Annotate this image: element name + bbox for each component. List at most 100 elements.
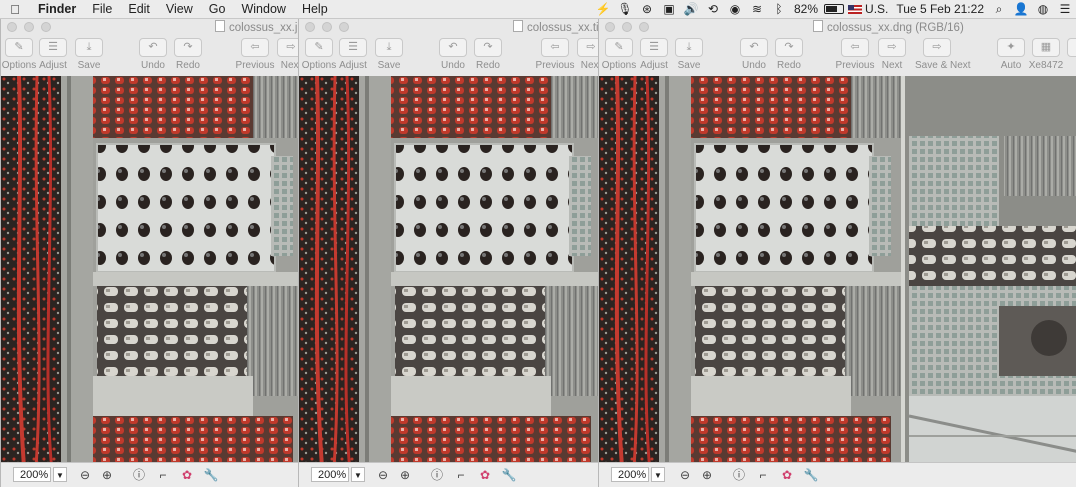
wrench-icon[interactable]: 🔧 (803, 467, 819, 483)
bottom-bar: 200% ▼ ⊖ ⊕ ⓘ ⌐ ✿ 🔧 (599, 462, 1076, 487)
color-wheel-icon[interactable]: ✿ (179, 467, 195, 483)
zoom-field[interactable]: 200% (311, 467, 349, 482)
ar-icon: ◫ (1067, 38, 1076, 57)
clock[interactable]: Tue 5 Feb 21:22 (892, 0, 988, 18)
menu-view[interactable]: View (158, 0, 201, 18)
battery-percent[interactable]: 82% (790, 0, 822, 18)
minimize-button[interactable] (622, 22, 632, 32)
redo-icon: ↷ (775, 38, 803, 57)
info-icon[interactable]: ⓘ (429, 467, 445, 483)
status-area: ⚡ 🎙 ⊛ ▣ 🔊 ⟲ ◉ ≋ ᛒ 82% U.S. Tue 5 Feb 21:… (592, 0, 1076, 18)
spotlight-search-icon[interactable]: ⌕ (988, 0, 1010, 18)
next-button[interactable]: ⇨ Next (569, 38, 598, 71)
arrow-right-icon: ⇨ (277, 38, 298, 57)
save-icon: ⤓ (675, 38, 703, 57)
crop-icon[interactable]: ⌐ (453, 467, 469, 483)
window-title: colossus_xx.tiff (513, 20, 598, 34)
minimize-button[interactable] (322, 22, 332, 32)
image-canvas[interactable] (1, 76, 298, 463)
accessibility-icon[interactable]: ⊛ (636, 0, 658, 18)
options-icon: ✎ (5, 38, 33, 57)
next-button[interactable]: ⇨ Next (870, 38, 914, 71)
colossus-photo (299, 76, 598, 463)
zoom-field[interactable]: 200% (13, 467, 51, 482)
save-button[interactable]: ⤓ Save (67, 38, 111, 71)
window-titlebar[interactable]: colossus_xx.jpg (1, 18, 298, 36)
zoom-dropdown-chevron-icon[interactable]: ▼ (651, 467, 665, 482)
window-titlebar[interactable]: colossus_xx.dng (RGB/16) (599, 18, 1076, 36)
close-button[interactable] (7, 22, 17, 32)
redo-button[interactable]: ↷ Redo (166, 38, 210, 71)
notification-center-icon[interactable]: ☰ (1054, 0, 1076, 18)
zoom-in-icon[interactable]: ⊕ (699, 467, 715, 483)
colossus-photo (599, 76, 1076, 463)
apple-menu-icon[interactable]:  (0, 2, 30, 17)
wifi-icon[interactable]: ≋ (746, 0, 768, 18)
input-source[interactable]: U.S. (844, 0, 892, 18)
close-button[interactable] (305, 22, 315, 32)
close-button[interactable] (605, 22, 615, 32)
ar-label: Ar (1059, 60, 1076, 71)
image-icon: ▦ (1032, 38, 1060, 57)
time-machine-icon[interactable]: ⟲ (702, 0, 724, 18)
window-controls (305, 22, 349, 32)
info-icon[interactable]: ⓘ (731, 467, 747, 483)
app-icon[interactable]: ▣ (658, 0, 680, 18)
redo-label: Redo (777, 60, 801, 71)
sync-icon[interactable]: ◉ (724, 0, 746, 18)
zoom-in-icon[interactable]: ⊕ (397, 467, 413, 483)
microphone-icon[interactable]: 🎙 (614, 0, 636, 18)
window-title: colossus_xx.dng (RGB/16) (813, 20, 964, 34)
zoom-out-icon[interactable]: ⊖ (375, 467, 391, 483)
image-canvas[interactable] (299, 76, 598, 463)
colossus-photo (1, 76, 298, 463)
volume-icon[interactable]: 🔊 (680, 0, 702, 18)
ar-button[interactable]: ◫ Ar (1059, 38, 1076, 71)
siri-icon[interactable]: ◍ (1032, 0, 1054, 18)
color-wheel-icon[interactable]: ✿ (477, 467, 493, 483)
image-canvas[interactable] (599, 76, 1076, 463)
zoom-field[interactable]: 200% (611, 467, 649, 482)
zoom-dropdown-chevron-icon[interactable]: ▼ (53, 467, 67, 482)
zoom-dropdown-chevron-icon[interactable]: ▼ (351, 467, 365, 482)
window-titlebar[interactable]: colossus_xx.tiff (299, 18, 598, 36)
zoom-button[interactable] (41, 22, 51, 32)
save-label: Save (377, 60, 401, 71)
save-label: Save (677, 60, 701, 71)
color-wheel-icon[interactable]: ✿ (779, 467, 795, 483)
window-title-text: colossus_xx.tiff (527, 22, 598, 34)
zoom-button[interactable] (639, 22, 649, 32)
save-button[interactable]: ⤓ Save (367, 38, 411, 71)
zoom-in-icon[interactable]: ⊕ (99, 467, 115, 483)
battery-icon[interactable] (824, 4, 845, 14)
bluetooth-icon[interactable]: ᛒ (768, 0, 790, 18)
redo-icon: ↷ (474, 38, 502, 57)
zoom-out-icon[interactable]: ⊖ (677, 467, 693, 483)
menu-help[interactable]: Help (294, 0, 336, 18)
save-and-next-button[interactable]: ⇨ Save & Next (915, 38, 971, 71)
save-button[interactable]: ⤓ Save (667, 38, 711, 71)
wrench-icon[interactable]: 🔧 (203, 467, 219, 483)
window-title-text: colossus_xx.jpg (229, 22, 298, 34)
minimize-button[interactable] (24, 22, 34, 32)
menu-window[interactable]: Window (233, 0, 293, 18)
crop-icon[interactable]: ⌐ (155, 467, 171, 483)
menu-edit[interactable]: Edit (120, 0, 158, 18)
options-icon: ✎ (605, 38, 633, 57)
wrench-icon[interactable]: 🔧 (501, 467, 517, 483)
user-icon[interactable]: 👤 (1010, 0, 1032, 18)
menu-go[interactable]: Go (201, 0, 234, 18)
redo-button[interactable]: ↷ Redo (767, 38, 811, 71)
input-source-label: U.S. (865, 2, 889, 16)
menu-app-finder[interactable]: Finder (30, 0, 84, 18)
redo-button[interactable]: ↷ Redo (466, 38, 510, 71)
crop-icon[interactable]: ⌐ (755, 467, 771, 483)
zoom-button[interactable] (339, 22, 349, 32)
zoom-out-icon[interactable]: ⊖ (77, 467, 93, 483)
info-icon[interactable]: ⓘ (131, 467, 147, 483)
lightning-icon[interactable]: ⚡ (592, 0, 614, 18)
viewer-window-dng: colossus_xx.dng (RGB/16) ✎ Options ☰ Adjus… (598, 18, 1076, 487)
next-button[interactable]: ⇨ Next (269, 38, 298, 71)
menu-file[interactable]: File (84, 0, 120, 18)
window-title: colossus_xx.jpg (215, 20, 298, 34)
